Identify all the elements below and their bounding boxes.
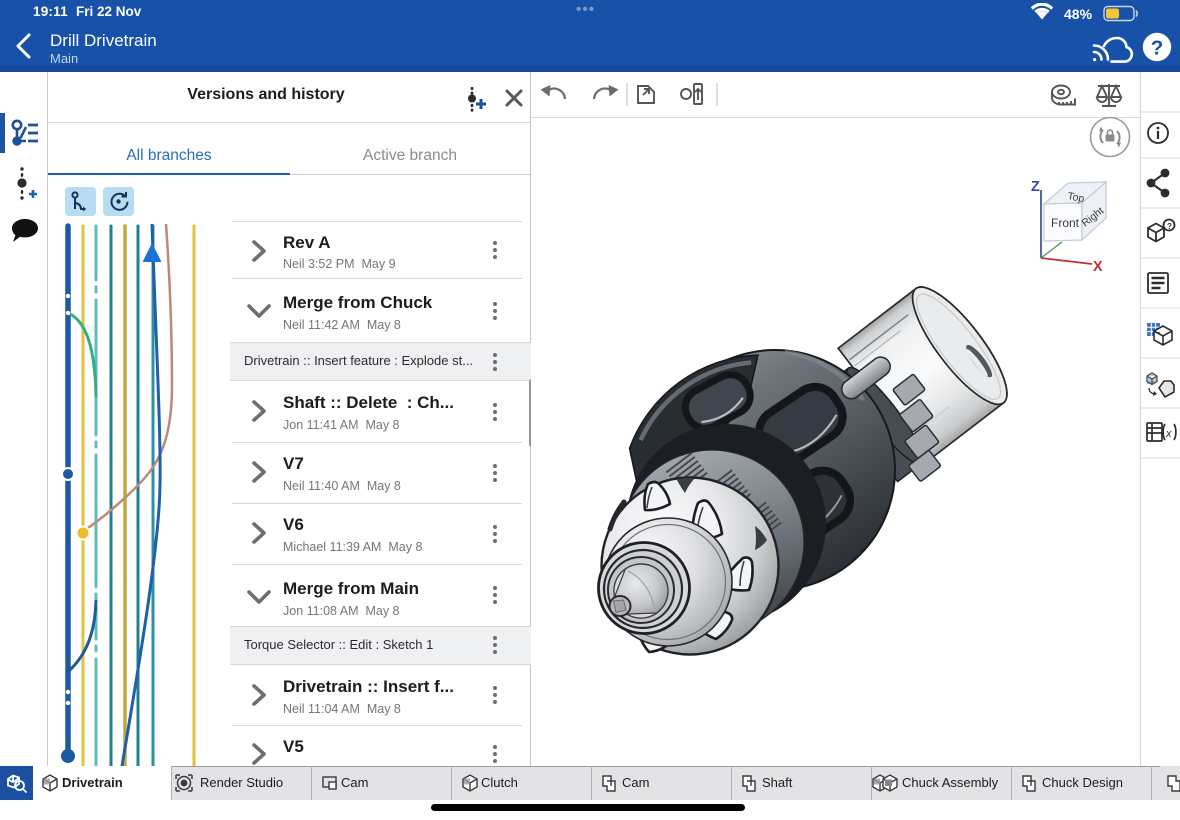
svg-text:x: x (1165, 428, 1172, 440)
svg-text:box: box (1147, 380, 1155, 385)
svg-text:Z: Z (1031, 179, 1040, 195)
svg-text:X: X (1093, 259, 1103, 275)
svg-text:?: ? (1151, 37, 1164, 60)
svg-text:Front: Front (1051, 216, 1080, 230)
svg-text:48%: 48% (1064, 6, 1093, 22)
svg-text:?: ? (1167, 222, 1172, 231)
